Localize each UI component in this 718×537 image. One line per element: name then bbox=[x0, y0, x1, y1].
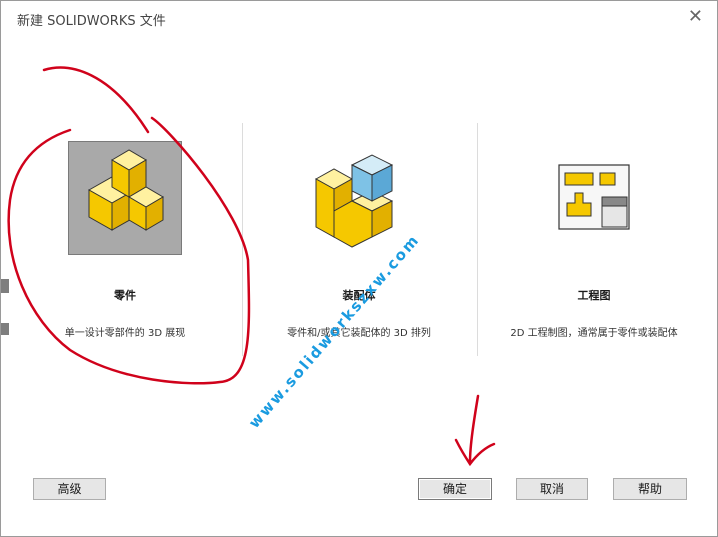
dialog-title: 新建 SOLIDWORKS 文件 bbox=[17, 14, 166, 29]
background-edge bbox=[1, 279, 9, 293]
template-drawing-thumbnail[interactable] bbox=[537, 141, 651, 255]
template-assembly[interactable]: 装配体 零件和/或其它装配体的 3D 排列 bbox=[254, 141, 464, 351]
part-icon bbox=[87, 149, 164, 231]
template-part-name: 零件 bbox=[114, 289, 136, 302]
template-part[interactable]: 零件 单一设计零部件的 3D 展现 bbox=[20, 141, 230, 351]
template-part-description: 单一设计零部件的 3D 展现 bbox=[64, 328, 186, 339]
template-drawing[interactable]: 工程图 2D 工程制图，通常属于零件或装配体 bbox=[489, 141, 699, 351]
drawing-icon bbox=[558, 164, 630, 230]
ok-button[interactable]: 确定 bbox=[418, 478, 492, 500]
template-assembly-thumbnail[interactable] bbox=[302, 141, 416, 255]
new-document-dialog: 新建 SOLIDWORKS 文件 ✕ 零件 单一设计零部件的 3D 展现 装配体… bbox=[0, 0, 718, 537]
assembly-icon bbox=[314, 154, 394, 248]
close-icon[interactable]: ✕ bbox=[688, 6, 703, 27]
advanced-button[interactable]: 高级 bbox=[33, 478, 106, 500]
template-assembly-description: 零件和/或其它装配体的 3D 排列 bbox=[287, 328, 431, 339]
help-button[interactable]: 帮助 bbox=[613, 478, 687, 500]
cancel-button[interactable]: 取消 bbox=[516, 478, 588, 500]
separator bbox=[477, 123, 478, 356]
separator bbox=[242, 123, 243, 356]
template-part-thumbnail[interactable] bbox=[68, 141, 182, 255]
template-drawing-name: 工程图 bbox=[577, 289, 611, 302]
template-drawing-description: 2D 工程制图，通常属于零件或装配体 bbox=[510, 328, 678, 339]
background-edge bbox=[1, 323, 9, 335]
